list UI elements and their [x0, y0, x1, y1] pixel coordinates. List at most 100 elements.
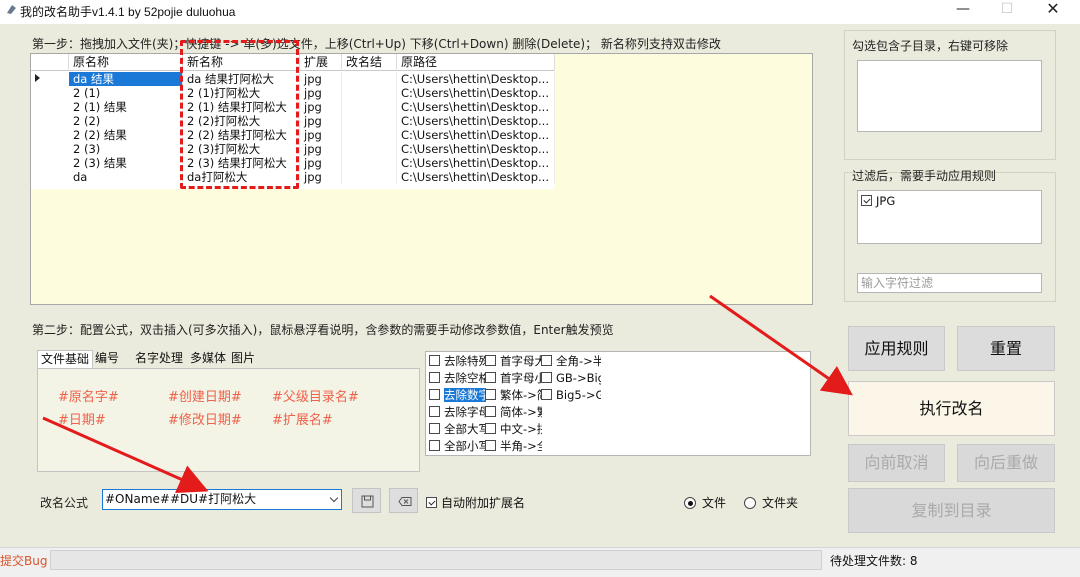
- table-row[interactable]: da 结果 da 结果打阿松大 jpg C:\Users\hettin\Desktop…: [31, 72, 555, 86]
- radio-file-option[interactable]: 文件: [684, 494, 726, 511]
- reset-button[interactable]: 重置: [957, 326, 1055, 371]
- cell-new-name[interactable]: 2 (3) 结果打阿松大: [183, 156, 300, 170]
- execute-rename-button[interactable]: 执行改名: [848, 381, 1055, 436]
- checkbox-icon[interactable]: [485, 372, 496, 383]
- checkbox-icon[interactable]: [429, 440, 440, 451]
- option-item[interactable]: 中文->拼: [485, 421, 542, 438]
- checkbox-icon[interactable]: [429, 406, 440, 417]
- cell-result[interactable]: [342, 156, 397, 170]
- option-item[interactable]: 去除特殊: [429, 353, 486, 370]
- option-list[interactable]: 去除特殊去除空格去除数字去除字母全部大写全部小写 首字母大首字母小繁体->简简体-…: [425, 351, 811, 456]
- option-item[interactable]: Big5->GB: [541, 387, 601, 404]
- checkbox-icon[interactable]: [429, 372, 440, 383]
- table-row[interactable]: da da打阿松大 jpg C:\Users\hettin\Desktop...: [31, 170, 555, 184]
- token-parent-dir[interactable]: #父级目录名#: [272, 386, 359, 405]
- cell-result[interactable]: [342, 86, 397, 100]
- auto-ext-checkbox[interactable]: [426, 497, 437, 508]
- option-item[interactable]: 首字母大: [485, 353, 542, 370]
- tab-name-process[interactable]: 名字处理: [132, 350, 186, 368]
- checkbox-icon[interactable]: [541, 355, 552, 366]
- cell-new-name[interactable]: 2 (1)打阿松大: [183, 86, 300, 100]
- checkbox-icon[interactable]: [485, 355, 496, 366]
- option-item[interactable]: 全部大写: [429, 421, 486, 438]
- cell-orig-name[interactable]: 2 (2): [69, 114, 183, 128]
- token-extension[interactable]: #扩展名#: [272, 409, 333, 428]
- grid-header-ext[interactable]: 扩展: [300, 54, 342, 71]
- table-row[interactable]: 2 (3) 2 (3)打阿松大 jpg C:\Users\hettin\Desktop…: [31, 142, 555, 156]
- option-item[interactable]: 全部小写: [429, 438, 486, 455]
- close-button[interactable]: ✕: [1030, 0, 1076, 22]
- table-row[interactable]: 2 (1) 2 (1)打阿松大 jpg C:\Users\hettin\Desktop…: [31, 86, 555, 100]
- checkbox-icon[interactable]: [429, 355, 440, 366]
- file-grid[interactable]: 原名称 新名称 扩展 改名结 原路径 da 结果 da 结果打阿松大 jpg C:\U…: [30, 53, 813, 305]
- minimize-button[interactable]: —: [940, 0, 986, 22]
- filter-input[interactable]: 输入字符过滤: [857, 273, 1042, 293]
- cell-path[interactable]: C:\Users\hettin\Desktop...: [397, 100, 555, 114]
- table-row[interactable]: 2 (2) 结果 2 (2) 结果打阿松大 jpg C:\Users\hettin\D…: [31, 128, 555, 142]
- cell-ext[interactable]: jpg: [300, 114, 342, 128]
- option-item[interactable]: 去除数字: [429, 387, 486, 404]
- cell-ext[interactable]: jpg: [300, 156, 342, 170]
- chevron-down-icon[interactable]: [329, 493, 339, 503]
- option-item[interactable]: 去除空格: [429, 370, 486, 387]
- filter-item-jpg[interactable]: JPG: [861, 194, 901, 208]
- cell-path[interactable]: C:\Users\hettin\Desktop...: [397, 142, 555, 156]
- cell-new-name[interactable]: 2 (3)打阿松大: [183, 142, 300, 156]
- option-item[interactable]: GB->Big5: [541, 370, 601, 387]
- checkbox-icon[interactable]: [429, 423, 440, 434]
- cell-result[interactable]: [342, 100, 397, 114]
- clear-formula-button[interactable]: [389, 488, 418, 513]
- checkbox-icon[interactable]: [429, 389, 440, 400]
- cell-ext[interactable]: jpg: [300, 100, 342, 114]
- formula-combobox[interactable]: #OName##DU#打阿松大: [102, 489, 342, 510]
- checkbox-icon[interactable]: [861, 195, 872, 206]
- filter-list[interactable]: JPG: [857, 190, 1042, 244]
- option-item[interactable]: 去除字母: [429, 404, 486, 421]
- cell-new-name[interactable]: da打阿松大: [183, 170, 300, 184]
- grid-header-new[interactable]: 新名称: [183, 54, 300, 71]
- cell-new-name[interactable]: 2 (2)打阿松大: [183, 114, 300, 128]
- radio-folder-option[interactable]: 文件夹: [744, 494, 798, 511]
- redo-button[interactable]: 向后重做: [957, 444, 1055, 482]
- option-item[interactable]: 全角->半: [541, 353, 601, 370]
- cell-orig-name[interactable]: 2 (1) 结果: [69, 100, 183, 114]
- cell-result[interactable]: [342, 170, 397, 184]
- tab-image[interactable]: 图片: [228, 350, 258, 368]
- cell-orig-name[interactable]: 2 (3) 结果: [69, 156, 183, 170]
- cell-orig-name[interactable]: da 结果: [69, 72, 183, 86]
- table-row[interactable]: 2 (3) 结果 2 (3) 结果打阿松大 jpg C:\Users\hettin\D…: [31, 156, 555, 170]
- checkbox-icon[interactable]: [485, 389, 496, 400]
- radio-folder[interactable]: [744, 497, 756, 509]
- token-date[interactable]: #日期#: [58, 409, 106, 428]
- cell-path[interactable]: C:\Users\hettin\Desktop...: [397, 156, 555, 170]
- cell-orig-name[interactable]: 2 (1): [69, 86, 183, 100]
- token-orig-name[interactable]: #原名字#: [58, 386, 119, 405]
- tab-media[interactable]: 多媒体: [187, 350, 229, 368]
- copy-to-dir-button[interactable]: 复制到目录: [848, 488, 1055, 533]
- cell-new-name[interactable]: da 结果打阿松大: [183, 72, 300, 86]
- maximize-button[interactable]: ☐: [984, 0, 1030, 22]
- checkbox-icon[interactable]: [485, 423, 496, 434]
- table-row[interactable]: 2 (1) 结果 2 (1) 结果打阿松大 jpg C:\Users\hettin\D…: [31, 100, 555, 114]
- option-item[interactable]: 简体->繁: [485, 404, 542, 421]
- grid-header-path[interactable]: 原路径: [397, 54, 555, 71]
- cell-path[interactable]: C:\Users\hettin\Desktop...: [397, 114, 555, 128]
- submit-bug-link[interactable]: 提交Bug: [0, 552, 47, 569]
- save-formula-button[interactable]: [352, 488, 381, 513]
- cell-new-name[interactable]: 2 (1) 结果打阿松大: [183, 100, 300, 114]
- cell-ext[interactable]: jpg: [300, 170, 342, 184]
- auto-ext-option[interactable]: 自动附加扩展名: [426, 494, 525, 511]
- cell-ext[interactable]: jpg: [300, 86, 342, 100]
- cell-result[interactable]: [342, 114, 397, 128]
- cell-result[interactable]: [342, 128, 397, 142]
- option-item[interactable]: 繁体->简: [485, 387, 542, 404]
- option-item[interactable]: 首字母小: [485, 370, 542, 387]
- checkbox-icon[interactable]: [541, 372, 552, 383]
- apply-rules-button[interactable]: 应用规则: [848, 326, 945, 371]
- cell-path[interactable]: C:\Users\hettin\Desktop...: [397, 72, 555, 86]
- undo-button[interactable]: 向前取消: [848, 444, 945, 482]
- tab-number[interactable]: 编号: [92, 350, 122, 368]
- token-create-date[interactable]: #创建日期#: [168, 386, 242, 405]
- cell-orig-name[interactable]: da: [69, 170, 183, 184]
- cell-path[interactable]: C:\Users\hettin\Desktop...: [397, 170, 555, 184]
